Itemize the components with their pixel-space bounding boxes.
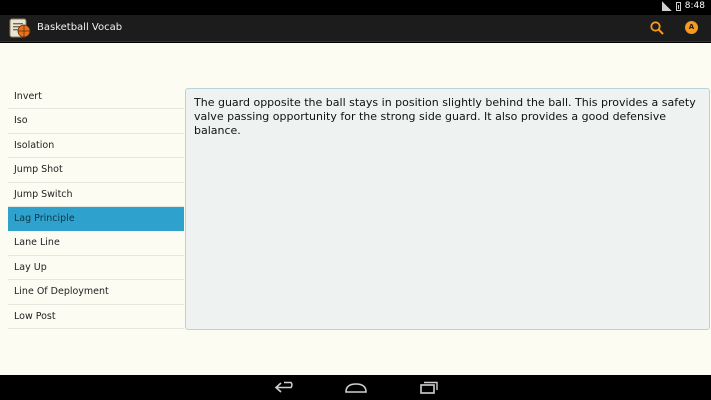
word-item-isolation[interactable]: Isolation bbox=[8, 134, 184, 159]
word-item-lay-up[interactable]: Lay Up bbox=[8, 256, 184, 281]
status-bar: 8:48 bbox=[0, 0, 711, 15]
word-item-jump-shot[interactable]: Jump Shot bbox=[8, 158, 184, 183]
action-bar: Basketball Vocab A bbox=[0, 15, 711, 42]
word-item-line-of-deployment[interactable]: Line Of Deployment bbox=[8, 280, 184, 305]
search-icon[interactable] bbox=[649, 20, 665, 36]
home-icon[interactable] bbox=[342, 379, 370, 396]
recent-apps-icon[interactable] bbox=[414, 379, 442, 396]
word-item-jump-switch[interactable]: Jump Switch bbox=[8, 183, 184, 207]
navigation-bar bbox=[0, 375, 711, 400]
app-title: Basketball Vocab bbox=[37, 22, 123, 33]
back-icon[interactable] bbox=[272, 379, 300, 396]
definition-panel: The guard opposite the ball stays in pos… bbox=[185, 88, 710, 330]
battery-icon bbox=[675, 1, 681, 11]
orange-menu-button[interactable]: A bbox=[685, 21, 698, 34]
word-item-lane-line[interactable]: Lane Line bbox=[8, 231, 184, 256]
status-icons: 8:48 bbox=[661, 1, 705, 11]
word-item-invert[interactable]: Invert bbox=[8, 85, 184, 110]
definition-text: The guard opposite the ball stays in pos… bbox=[194, 96, 696, 137]
signal-icon bbox=[661, 1, 672, 11]
basketball-app-icon[interactable] bbox=[9, 18, 31, 38]
word-item-iso[interactable]: Iso bbox=[8, 109, 184, 134]
word-item-lag-principle[interactable]: Lag Principle bbox=[8, 206, 184, 232]
word-item-low-post[interactable]: Low Post bbox=[8, 305, 184, 329]
status-time: 8:48 bbox=[684, 1, 705, 11]
word-list: Invert Iso Isolation Jump Shot Jump Swit… bbox=[8, 85, 184, 329]
